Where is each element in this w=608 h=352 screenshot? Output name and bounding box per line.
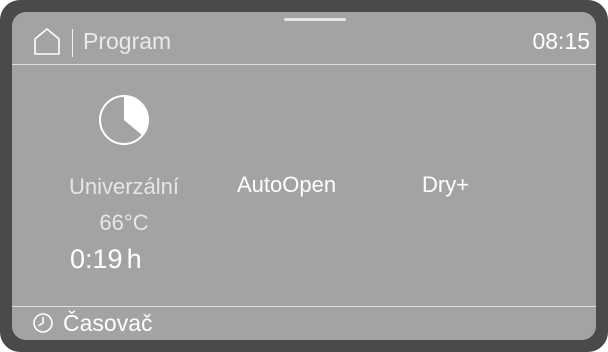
header-bar: Program 08:15 (12, 12, 596, 62)
duration-unit: h (126, 244, 142, 274)
page-title: Program (83, 28, 172, 54)
device-bezel: Program 08:15 Univerzální 66°C 0:19 h Aut… (0, 0, 608, 352)
duration-value: 0:19 (70, 244, 123, 274)
program-duration: 0:19 h (70, 243, 142, 275)
header-divider (72, 29, 73, 57)
timer-label: Časovač (63, 310, 153, 336)
timer-button[interactable]: Časovač (12, 308, 596, 340)
option-autoopen[interactable]: AutoOpen (237, 172, 336, 198)
footer-separator (12, 306, 596, 307)
program-name: Univerzální (68, 174, 180, 199)
home-icon[interactable] (32, 26, 62, 56)
pie-chart-icon (94, 90, 154, 150)
header-separator (12, 64, 596, 65)
option-dry-plus[interactable]: Dry+ (422, 172, 469, 198)
program-temperature: 66°C (99, 210, 149, 235)
clock-icon (32, 312, 54, 334)
clock-time: 08:15 (532, 28, 590, 54)
display-screen: Program 08:15 Univerzální 66°C 0:19 h Aut… (12, 12, 596, 340)
